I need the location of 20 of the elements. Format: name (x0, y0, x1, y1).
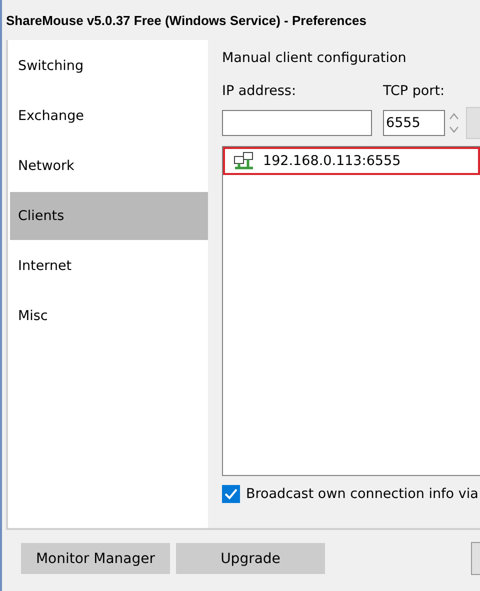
ip-address-field[interactable] (222, 110, 372, 136)
sidebar-item[interactable]: Exchange (10, 91, 208, 141)
spinner-arrows-icon[interactable] (448, 111, 460, 135)
sidebar-item[interactable]: Switching (10, 41, 208, 91)
sidebar-item[interactable]: Clients (10, 192, 208, 240)
broadcast-checkbox[interactable] (222, 485, 240, 503)
section-heading: Manual client configuration (222, 50, 408, 66)
sidebar-item[interactable]: Internet (10, 241, 208, 291)
monitor-manager-button[interactable]: Monitor Manager (21, 543, 170, 574)
broadcast-label: Broadcast own connection info via (246, 486, 478, 502)
network-computers-icon (233, 151, 255, 171)
tcp-port-field[interactable]: 6555 (383, 110, 445, 136)
tcp-port-label: TCP port: (383, 83, 445, 99)
sidebar-item[interactable]: Network (10, 141, 208, 191)
dialog-button[interactable] (471, 542, 480, 575)
upgrade-button[interactable]: Upgrade (176, 543, 325, 574)
client-item[interactable]: 192.168.0.113:6555 (223, 147, 480, 175)
window-title: ShareMouse v5.0.37 Free (Windows Service) - Preferences (6, 12, 366, 28)
ip-address-label: IP address: (222, 83, 297, 99)
sidebar-item[interactable]: Misc (10, 291, 208, 341)
